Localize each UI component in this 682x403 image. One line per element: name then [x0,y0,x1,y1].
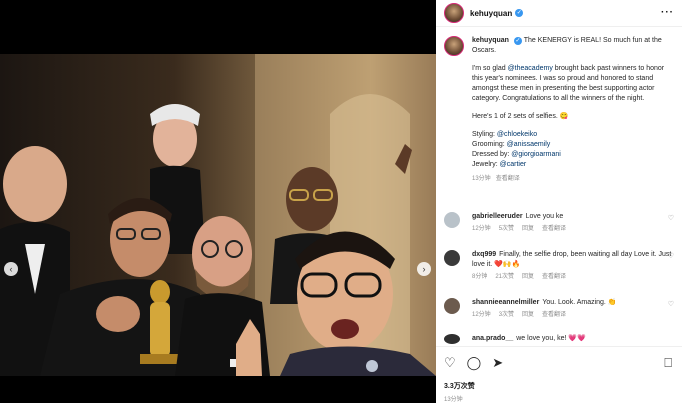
comment-likes[interactable]: 5次赞 [499,226,514,232]
bookmark-icon[interactable]: ⎕ [664,355,672,371]
post-footer: ♡ ◯ ➤ ⎕ 3.3万次赞 13分钟 [436,346,682,403]
comment-username[interactable]: gabrielleeruder [472,213,523,220]
comment-avatar[interactable] [444,212,460,228]
avatar[interactable] [444,3,464,23]
comment-username[interactable]: ana.prado__ [472,335,513,342]
comment: ana.prado__ we love you, ke! 💗💗 [444,334,676,344]
verified-badge-icon: ✓ [513,37,522,45]
comment-text: Love you ke [525,213,564,220]
selfie-illustration [0,54,436,376]
comment-translate[interactable]: 查看翻译 [542,226,566,232]
jewelry-link[interactable]: @cartier [500,161,527,168]
comment-reply[interactable]: 回复 [522,226,534,232]
comment-avatar[interactable] [444,250,460,266]
caption-username[interactable]: kehuyquan [472,37,509,44]
post-header: kehuyquan ✓ ··· [436,0,682,27]
username-link[interactable]: kehuyquan [470,9,512,18]
like-icon[interactable]: ♡ [444,355,456,371]
comment-like-icon[interactable]: ♡ [668,252,674,260]
carousel-next-button[interactable]: › [417,262,431,276]
comment-username[interactable]: shannieeannelmiller [472,299,539,306]
comment-text: we love you, ke! 💗💗 [516,335,586,342]
comment-translate[interactable]: 查看翻译 [542,274,566,280]
comment-username[interactable]: dxq999 [472,251,496,258]
styling-link[interactable]: @chloekeiko [497,131,537,138]
grooming-label: Grooming: [472,141,507,148]
post-date: 13分钟 [444,397,463,403]
caption-translate-link[interactable]: 查看翻译 [496,176,520,182]
comment-translate[interactable]: 查看翻译 [542,312,566,318]
comment: dxq999 Finally, the selfie drop, been wai… [444,250,676,282]
comment-time: 12分钟 [472,226,491,232]
jewelry-label: Jewelry: [472,161,500,168]
caption-time: 13分钟 [472,176,491,182]
more-options-icon[interactable]: ··· [661,7,674,18]
action-bar: ♡ ◯ ➤ [444,355,674,371]
comment-like-icon[interactable]: ♡ [668,300,674,308]
post-sidebar: kehuyquan ✓ ··· kehuyquan ✓ The KENERGY … [436,0,682,403]
comment-text: You. Look. Amazing. 👏 [542,299,617,306]
caption-avatar[interactable] [444,36,464,56]
comment-likes[interactable]: 21次赞 [495,274,514,280]
comment-time: 12分钟 [472,312,491,318]
dressed-link[interactable]: @giorgioarmani [511,151,561,158]
carousel-prev-button[interactable]: ‹ [4,262,18,276]
comment: gabrielleeruder Love you ke 12分钟 5次赞 回复 查看翻译… [444,212,676,234]
comment-like-icon[interactable]: ♡ [668,214,674,222]
comment-icon[interactable]: ◯ [467,355,482,371]
grooming-link[interactable]: @anissaemily [507,141,551,148]
dressed-label: Dressed by: [472,151,512,158]
caption: kehuyquan ✓ The KENERGY is REAL! So much… [444,36,676,184]
share-icon[interactable]: ➤ [492,355,503,371]
post-photo[interactable]: ‹ › [0,54,436,376]
comment-avatar[interactable] [444,334,460,344]
comment-likes[interactable]: 3次赞 [499,312,514,318]
caption-p3: Here's 1 of 2 sets of selfies. 😋 [472,113,569,120]
caption-body: kehuyquan ✓ The KENERGY is REAL! So much… [472,36,676,184]
caption-p2-a: I'm so glad [472,65,508,72]
comment: shannieeannelmiller You. Look. Amazing. 👏… [444,298,676,320]
comment-avatar[interactable] [444,298,460,314]
likes-count[interactable]: 3.3万次赞 [444,381,674,391]
comment-reply[interactable]: 回复 [522,274,534,280]
comment-time: 8分钟 [472,274,488,280]
photo-pane: ‹ › [0,0,436,403]
verified-badge-icon: ✓ [515,9,524,17]
comment-text: Finally, the selfie drop, been waiting a… [472,251,672,268]
theacademy-link[interactable]: @theacademy [508,65,553,72]
comment-reply[interactable]: 回复 [522,312,534,318]
styling-label: Styling: [472,131,497,138]
